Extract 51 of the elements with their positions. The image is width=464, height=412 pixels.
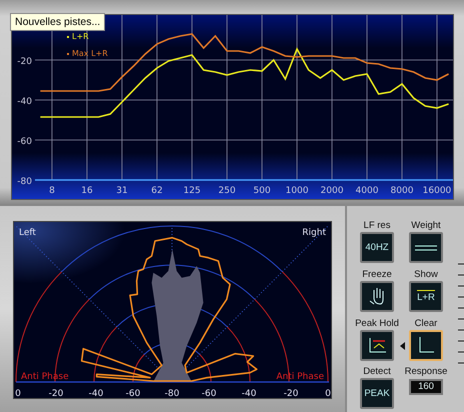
legend-label: Max L+R [72, 49, 108, 58]
icon-button[interactable] [409, 232, 443, 263]
x-axis-label: 125 [183, 186, 201, 196]
control-label: Peak Hold [355, 316, 399, 330]
x-axis-label: 16 [81, 186, 93, 196]
right-label: Right [302, 228, 326, 238]
tooltip: Nouvelles pistes... [10, 13, 106, 31]
y-axis-label: -40 [17, 97, 32, 107]
scale-label: -80 [164, 389, 180, 399]
icon-button[interactable] [360, 330, 394, 360]
x-axis-label: 62 [151, 186, 163, 196]
control-label: Response [404, 365, 448, 378]
x-axis-label: 1000 [286, 186, 308, 196]
scale-label: -40 [88, 389, 104, 399]
scale-label: -20 [48, 389, 64, 399]
control-label: Show [414, 268, 438, 281]
toggle-button[interactable]: PEAK [360, 378, 394, 410]
toggle-button[interactable]: L+R [409, 280, 443, 312]
scale-label: 0 [15, 389, 21, 399]
left-label: Left [19, 228, 36, 238]
y-axis-label: -60 [17, 137, 32, 147]
x-axis-label: 250 [218, 186, 236, 196]
scale-label: -20 [284, 389, 298, 399]
scale-label: -60 [202, 389, 216, 399]
control-label: Freeze [362, 268, 392, 281]
x-axis-label: 8 [49, 186, 55, 196]
scale-label: -60 [126, 389, 140, 399]
control-label: Detect [363, 365, 391, 378]
control-label: LF res [364, 219, 390, 232]
x-axis-label: 8000 [390, 186, 414, 196]
x-axis-label: 31 [116, 186, 128, 196]
pointer-icon [400, 342, 405, 350]
scale-label: -40 [242, 389, 256, 399]
hand-icon [369, 287, 385, 306]
x-axis-label: 4000 [356, 186, 378, 196]
control-label: Clear [414, 316, 438, 330]
y-axis-label: -80 [17, 177, 32, 187]
toggle-button[interactable]: 40HZ [360, 232, 394, 263]
icon-button[interactable] [360, 280, 394, 312]
legend-label: L+R [72, 32, 89, 41]
peak-hold-icon [367, 337, 387, 353]
double-line-icon [415, 244, 437, 250]
response-field[interactable]: 160 [409, 379, 443, 396]
control-label: Weight [411, 219, 441, 232]
x-axis-label: 2000 [320, 186, 344, 196]
y-axis-label: -20 [17, 57, 32, 67]
scale-label: 0 [325, 389, 331, 399]
x-axis-label: 16000 [422, 186, 452, 196]
axes-icon [417, 336, 435, 354]
x-axis-label: 500 [253, 186, 271, 196]
icon-button[interactable] [409, 330, 443, 360]
